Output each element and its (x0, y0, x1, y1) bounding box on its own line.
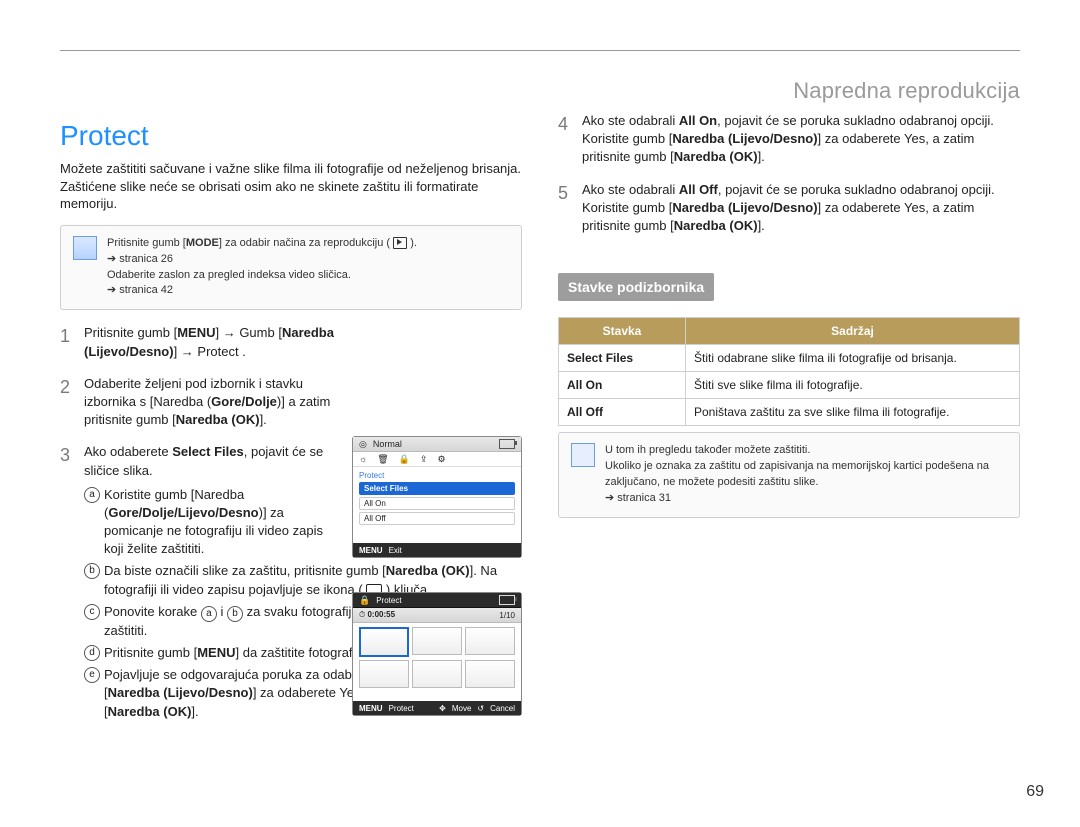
note-icon (571, 443, 595, 467)
lcd-thumb-topbar: 🔒 Protect (353, 593, 521, 608)
lcd-screenshot-thumbnails: 🔒 Protect ⏱ 0:00:55 1/10 MENUProtect ✥Mo… (352, 592, 522, 716)
ref-circle-b: b (227, 606, 243, 622)
playback-mode-icon (393, 237, 407, 249)
page-title: Protect (60, 120, 522, 152)
lcd-screenshot-menu: ◎ Normal ☼ 🗑 🔒 ⇪ ⚙ Protect Select Files … (352, 436, 522, 558)
ref-circle-a: a (201, 606, 217, 622)
lcd-menu-item: All On (359, 497, 515, 510)
battery-icon (499, 595, 515, 605)
thumbnail (465, 660, 515, 688)
battery-icon (499, 439, 515, 449)
thumbnail (465, 627, 515, 655)
clock-icon: ⏱ (359, 610, 365, 619)
step-4: Ako ste odabrali All On, pojavit će se p… (558, 112, 1020, 167)
thumbnail (412, 660, 462, 688)
back-icon: ↺ (477, 704, 484, 713)
info-note-1: Pritisnite gumb [MODE] za odabir načina … (60, 225, 522, 311)
lcd-menu-topbar: ◎ Normal (353, 437, 521, 452)
lcd-menu-item-selected: Select Files (359, 482, 515, 495)
lcd-menu-item: All Off (359, 512, 515, 525)
submenu-table: Stavka Sadržaj Select FilesŠtiti odabran… (558, 317, 1020, 426)
steps-list-right: Ako ste odabrali All On, pojavit će se p… (558, 112, 1020, 235)
ref-arrow-icon (107, 253, 119, 265)
share-icon: ⇪ (420, 454, 428, 465)
step-1: Pritisnite gumb [MENU] → Gumb [Naredba (… (60, 324, 522, 360)
table-row: All OffPoništava zaštitu za sve slike fi… (559, 399, 1020, 426)
info-note-1-text: Pritisnite gumb [MODE] za odabir načina … (107, 236, 417, 300)
step-5: Ako ste odabrali All Off, pojavit će se … (558, 181, 1020, 236)
lcd-menu-footer: MENU Exit (353, 543, 521, 557)
lcd-menu-list: Protect Select Files All On All Off (353, 467, 521, 531)
ref-arrow-icon (605, 492, 617, 504)
lock-icon: 🔒 (399, 454, 410, 465)
info-note-2: U tom ih pregledu također možete zaštiti… (558, 432, 1020, 518)
thumbnail (412, 627, 462, 655)
page-number: 69 (1026, 783, 1044, 801)
rec-mode-icon: ◎ (359, 439, 367, 450)
table-row: Select FilesŠtiti odabrane slike filma i… (559, 345, 1020, 372)
check-icon (73, 236, 97, 260)
table-header-stavka: Stavka (559, 318, 686, 345)
lcd-thumb-infobar: ⏱ 0:00:55 1/10 (353, 608, 521, 623)
left-column: Protect Možete zaštititi sačuvane i važn… (60, 106, 522, 735)
lcd-thumb-footer: MENUProtect ✥Move ↺Cancel (353, 701, 521, 715)
table-row: All OnŠtiti sve slike filma ili fotograf… (559, 372, 1020, 399)
step-2: Odaberite željeni pod izbornik i stavku … (60, 375, 522, 430)
breadcrumb: Napredna reprodukcija (793, 78, 1020, 104)
dpad-icon: ✥ (439, 704, 446, 713)
thumbnail-selected (359, 627, 409, 657)
brightness-icon: ☼ (359, 454, 367, 464)
lcd-thumb-grid (353, 623, 521, 692)
intro-text: Možete zaštititi sačuvane i važne slike … (60, 160, 522, 213)
ref-arrow-icon (107, 284, 119, 296)
lock-icon: 🔒 (359, 595, 370, 606)
info-note-2-text: U tom ih pregledu također možete zaštiti… (605, 443, 1007, 507)
gear-icon: ⚙ (437, 454, 445, 465)
trash-icon: 🗑 (377, 454, 388, 465)
right-column: Ako ste odabrali All On, pojavit će se p… (558, 106, 1020, 735)
subheader-submenu-items: Stavke podizbornika (558, 273, 714, 301)
header-divider (60, 50, 1020, 51)
thumbnail (359, 660, 409, 688)
lcd-menu-iconrow: ☼ 🗑 🔒 ⇪ ⚙ (353, 452, 521, 467)
table-header-sadrzaj: Sadržaj (686, 318, 1020, 345)
